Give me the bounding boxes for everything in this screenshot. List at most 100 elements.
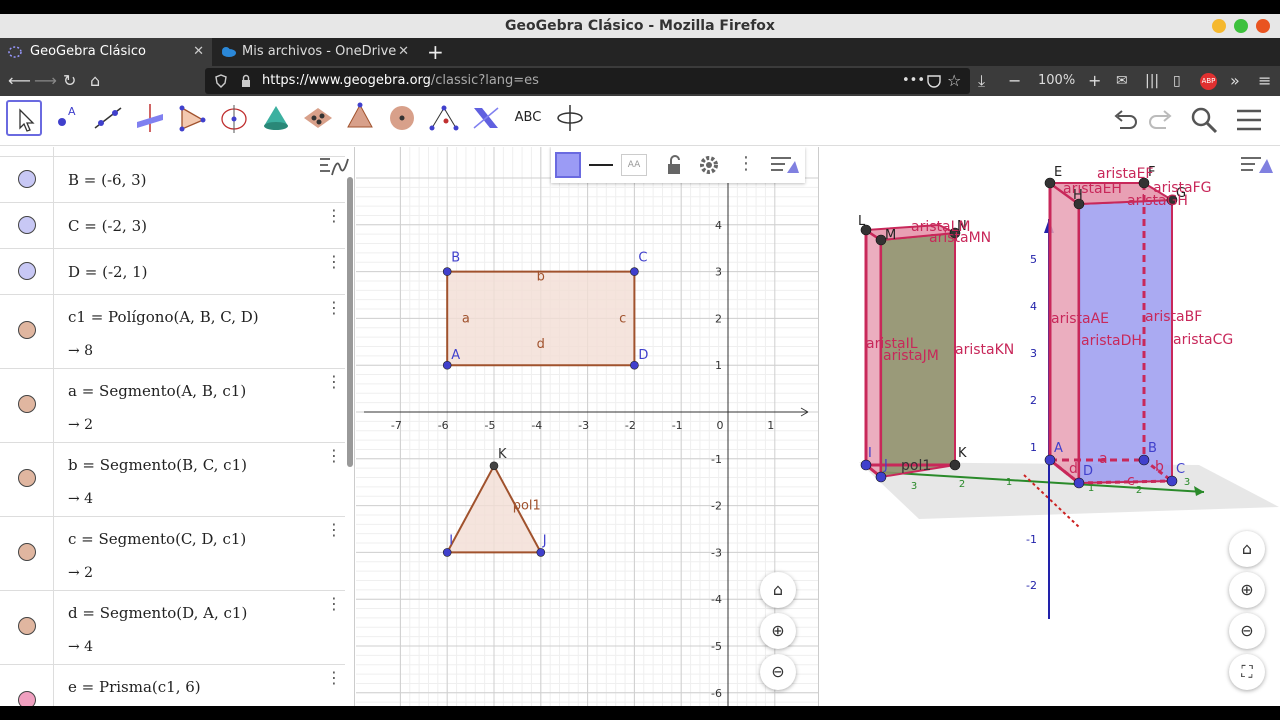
sphere-tool[interactable] bbox=[384, 100, 420, 136]
new-tab-button[interactable]: + bbox=[427, 38, 444, 66]
redo-icon[interactable] bbox=[1146, 106, 1176, 136]
zoom-in-icon[interactable]: + bbox=[1088, 72, 1101, 90]
algebra-row-b[interactable]: b = Segmento(B, C, c1) → 4 ⋮ bbox=[0, 443, 345, 517]
adblock-icon[interactable]: ABP bbox=[1200, 73, 1217, 90]
visibility-toggle[interactable] bbox=[18, 617, 36, 635]
text-tool[interactable]: ABC bbox=[510, 100, 546, 136]
algebra-row-c[interactable]: c = Segmento(C, D, c1) → 2 ⋮ bbox=[0, 517, 345, 591]
home-view-button[interactable]: ⌂ bbox=[760, 572, 796, 608]
perpendicular-line-tool[interactable] bbox=[132, 100, 168, 136]
pyramid-tool[interactable] bbox=[342, 100, 378, 136]
color-swatch-button[interactable] bbox=[555, 152, 581, 178]
row-menu-icon[interactable]: ⋮ bbox=[326, 447, 342, 465]
download-icon[interactable]: ⤓ bbox=[978, 72, 985, 90]
line-style-button[interactable] bbox=[589, 164, 613, 166]
zoom-out-button[interactable]: ⊖ bbox=[760, 654, 796, 690]
visibility-toggle[interactable] bbox=[18, 262, 36, 280]
point-tool[interactable]: A bbox=[48, 100, 84, 136]
rotate-view-tool[interactable] bbox=[552, 100, 588, 136]
visibility-toggle[interactable] bbox=[18, 321, 36, 339]
line-tool[interactable] bbox=[90, 100, 126, 136]
visibility-toggle[interactable] bbox=[18, 691, 36, 706]
algebra-row[interactable] bbox=[0, 147, 345, 157]
algebra-row-B[interactable]: B = (-6, 3) ⋮ bbox=[0, 157, 345, 203]
home-icon[interactable]: ⌂ bbox=[90, 72, 100, 90]
row-menu-icon[interactable]: ⋮ bbox=[326, 207, 342, 225]
visibility-toggle[interactable] bbox=[18, 170, 36, 188]
algebra-definition[interactable]: d = Segmento(D, A, c1) bbox=[68, 603, 247, 623]
library-icon[interactable]: ||| bbox=[1145, 72, 1159, 90]
cone-tool[interactable] bbox=[258, 100, 294, 136]
visibility-toggle[interactable] bbox=[18, 469, 36, 487]
algebra-definition[interactable]: c = Segmento(C, D, c1) bbox=[68, 529, 246, 549]
page-actions-icon[interactable]: ••• bbox=[902, 68, 925, 94]
minimize-button[interactable] bbox=[1212, 19, 1226, 33]
tab-geogebra[interactable]: GeoGebra Clásico ✕ bbox=[0, 38, 212, 66]
row-menu-icon[interactable]: ⋮ bbox=[326, 669, 342, 687]
settings-gear-icon[interactable] bbox=[697, 153, 721, 177]
algebra-row-e[interactable]: e = Prisma(c1, 6) ⋮ bbox=[0, 665, 345, 706]
algebra-row-D[interactable]: D = (-2, 1) ⋮ bbox=[0, 249, 345, 295]
zoom-level[interactable]: 100% bbox=[1038, 73, 1075, 89]
move-tool[interactable] bbox=[6, 100, 42, 136]
label-style-button[interactable]: AA bbox=[621, 154, 647, 176]
intersect-tool[interactable] bbox=[300, 100, 336, 136]
mail-icon[interactable]: ✉ bbox=[1116, 72, 1128, 90]
visibility-toggle[interactable] bbox=[18, 216, 36, 234]
main-menu-icon[interactable] bbox=[1234, 106, 1264, 134]
forward-icon[interactable]: ⟶ bbox=[34, 72, 57, 90]
algebra-row-a[interactable]: a = Segmento(A, B, c1) → 2 ⋮ bbox=[0, 369, 345, 443]
search-icon[interactable] bbox=[1188, 104, 1220, 136]
visibility-toggle[interactable] bbox=[18, 543, 36, 561]
algebra-definition[interactable]: C = (-2, 3) bbox=[68, 216, 147, 236]
row-menu-icon[interactable]: ⋮ bbox=[326, 373, 342, 391]
tab-close-icon[interactable]: ✕ bbox=[398, 38, 409, 66]
algebra-scrollbar[interactable] bbox=[347, 177, 353, 467]
3d-zoom-in-button[interactable]: ⊕ bbox=[1229, 572, 1265, 608]
lock-toggle-icon[interactable] bbox=[663, 153, 687, 177]
row-menu-icon[interactable]: ⋮ bbox=[326, 253, 342, 271]
algebra-row-C[interactable]: C = (-2, 3) ⋮ bbox=[0, 203, 345, 249]
circle-tool[interactable] bbox=[216, 100, 252, 136]
zoom-out-icon[interactable]: − bbox=[1008, 72, 1021, 90]
address-bar[interactable]: https://www.geogebra.org/classic?lang=es… bbox=[205, 68, 970, 94]
fullscreen-button[interactable]: ⛶ bbox=[1229, 654, 1265, 690]
row-menu-icon[interactable]: ⋮ bbox=[326, 595, 342, 613]
graphics-menu-icon[interactable] bbox=[769, 153, 801, 177]
graphics-canvas[interactable]: -7 -6 -5 -4 -3 -2 -1 0 1 4 3 2 1 -1 -2 -3 -4 -5 -6 a b c d pol1… bbox=[356, 147, 818, 706]
polygon-tool[interactable] bbox=[174, 100, 210, 136]
3d-zoom-out-button[interactable]: ⊖ bbox=[1229, 613, 1265, 649]
zoom-in-button[interactable]: ⊕ bbox=[760, 613, 796, 649]
algebra-definition[interactable]: a = Segmento(A, B, c1) bbox=[68, 381, 246, 401]
bookmark-star-icon[interactable]: ☆ bbox=[947, 68, 961, 94]
algebra-definition[interactable]: b = Segmento(B, C, c1) bbox=[68, 455, 247, 475]
close-button[interactable] bbox=[1256, 19, 1270, 33]
undo-icon[interactable] bbox=[1110, 106, 1140, 136]
back-icon[interactable]: ⟵ bbox=[8, 72, 31, 90]
algebra-definition[interactable]: e = Prisma(c1, 6) bbox=[68, 677, 201, 697]
tab-onedrive[interactable]: Mis archivos - OneDrive ✕ bbox=[212, 38, 417, 66]
visibility-toggle[interactable] bbox=[18, 395, 36, 413]
graphics-view[interactable]: -7 -6 -5 -4 -3 -2 -1 0 1 4 3 2 1 -1 -2 -3 -4 -5 -6 a b c d pol1… bbox=[356, 147, 818, 706]
algebra-definition[interactable]: B = (-6, 3) bbox=[68, 170, 147, 190]
algebra-view-toggle-icon[interactable] bbox=[318, 153, 350, 181]
maximize-button[interactable] bbox=[1234, 19, 1248, 33]
more-options-icon[interactable]: ⋮ bbox=[737, 153, 755, 175]
sidebar-icon[interactable]: ▯ bbox=[1173, 72, 1181, 90]
graphics-3d-canvas[interactable]: 54321-1-23 2 11 23LMNE FH GIJK A BCDaristaEFari… bbox=[819, 147, 1280, 706]
graphics-3d-view[interactable]: 5 4 3 2 1 -1 -2 3 2 1 1 2 3 L M N E F H G I J K A B C DaristaEF ari… bbox=[818, 147, 1280, 706]
algebra-row-c1[interactable]: c1 = Polígono(A, B, C, D) → 8 ⋮ bbox=[0, 295, 345, 369]
pocket-icon[interactable] bbox=[927, 75, 941, 88]
angle-tool[interactable] bbox=[426, 100, 462, 136]
algebra-definition[interactable]: c1 = Polígono(A, B, C, D) bbox=[68, 307, 259, 327]
reload-icon[interactable]: ↻ bbox=[63, 72, 76, 90]
algebra-row-d[interactable]: d = Segmento(D, A, c1) → 4 ⋮ bbox=[0, 591, 345, 665]
hamburger-menu-icon[interactable]: ≡ bbox=[1258, 72, 1271, 90]
3d-view-menu-icon[interactable] bbox=[1239, 153, 1275, 179]
3d-home-view-button[interactable]: ⌂ bbox=[1229, 531, 1265, 567]
reflect-tool[interactable] bbox=[468, 100, 504, 136]
algebra-definition[interactable]: D = (-2, 1) bbox=[68, 262, 148, 282]
row-menu-icon[interactable]: ⋮ bbox=[326, 299, 342, 317]
overflow-icon[interactable]: » bbox=[1230, 72, 1240, 90]
tab-close-icon[interactable]: ✕ bbox=[193, 38, 204, 66]
